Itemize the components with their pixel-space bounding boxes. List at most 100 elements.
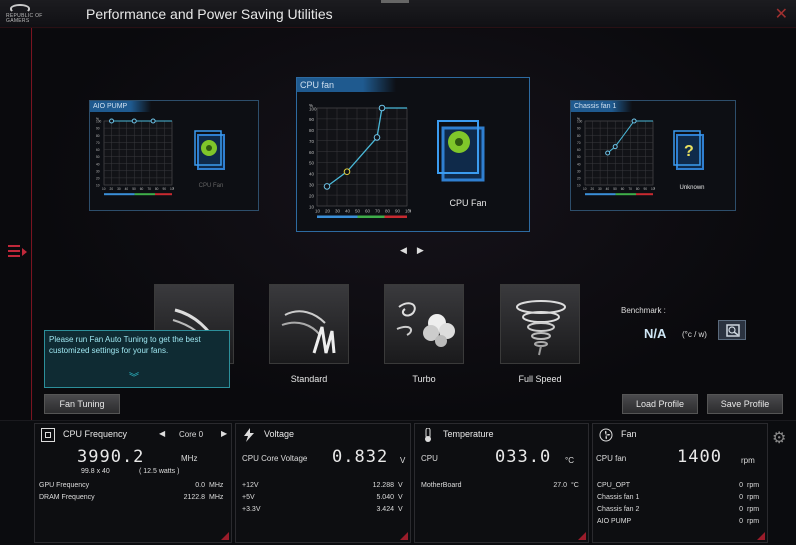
benchmark-search-button[interactable]	[718, 320, 746, 340]
v5-value: 5.040	[376, 494, 394, 501]
zone-bar-hot	[155, 193, 172, 196]
y-tick-label: 100	[309, 106, 317, 111]
corner-marker	[400, 532, 408, 540]
y-tick-label: 30	[96, 169, 100, 173]
aio-pump-title: AIO PUMP	[90, 101, 158, 112]
y-tick-label: 40	[96, 162, 100, 166]
chassis-fan1-panel[interactable]: Chassis fan 1 % 100 90 80 70 60 50 40 30 20 10 10 20…	[570, 100, 736, 211]
y-tick-label: 60	[309, 150, 315, 155]
y-tick-label: 50	[309, 161, 315, 166]
motherboard-temp-value: 27.0	[553, 482, 567, 489]
corner-marker	[578, 532, 586, 540]
x-tick-label: 30	[335, 209, 341, 214]
v5-label: +5V	[242, 494, 255, 501]
chevron-down-icon[interactable]: ︾	[129, 373, 139, 384]
mode-full-speed-label: Full Speed	[518, 374, 562, 384]
turbo-gust-icon	[396, 302, 455, 347]
zone-bar-cool	[104, 193, 135, 196]
y-tick-label: 70	[96, 141, 100, 145]
load-profile-button[interactable]: Load Profile	[622, 394, 698, 414]
core-selector[interactable]: ◀ Core 0 ▶	[159, 429, 229, 441]
y-tick-label: 90	[577, 127, 581, 131]
aio-pump-panel[interactable]: AIO PUMP % 100 90 80 70 60 50 40 30 20 10 10 20 30 40 5…	[89, 100, 259, 211]
y-tick-label: 100	[577, 120, 583, 124]
fan-curve-point	[631, 118, 637, 124]
mode-standard-label: Standard	[290, 374, 328, 384]
y-tick-label: 10	[96, 184, 100, 188]
y-tick-label: 30	[309, 182, 315, 187]
chassis-fan1-value: 0	[739, 494, 743, 501]
temperature-title: Temperature	[443, 429, 494, 439]
v12-unit: V	[398, 482, 403, 489]
x-tick-label: 20	[325, 209, 331, 214]
fan-curve-point	[378, 104, 386, 112]
y-tick-label: 10	[577, 184, 581, 188]
aio-pump-curve-chart[interactable]: %10090807060504030201010 20 30 40 50 60 70 80 90…	[94, 115, 174, 203]
cpu-frequency-box: CPU Frequency ◀ Core 0 ▶ 3990.2 MHz 99.8…	[34, 423, 232, 543]
x-unit-label: °C	[173, 187, 174, 191]
chassis-fan1-unit: rpm	[747, 494, 760, 501]
y-tick-label: 60	[577, 148, 581, 152]
cpu-fan-panel[interactable]: CPU fan % 100 90 80 70 60 50 40 30 20 10 10 20 30 40 50…	[296, 77, 530, 232]
cpu-fan-speed-label: CPU fan	[596, 454, 627, 463]
x-tick-label: 30	[117, 187, 121, 191]
chart-plot-area	[316, 107, 408, 207]
y-tick-label: 90	[96, 127, 100, 131]
menu-icon[interactable]	[8, 245, 28, 259]
y-tick-label: 40	[577, 162, 581, 166]
rog-eye-icon	[10, 4, 30, 13]
chassis-fan1-title: Chassis fan 1	[571, 101, 639, 112]
save-profile-button[interactable]: Save Profile	[707, 394, 783, 414]
x-tick-label: 60	[365, 209, 371, 214]
x-unit-label: °C	[408, 209, 411, 214]
x-unit-label: °C	[654, 187, 655, 191]
cpu-fan-curve-chart[interactable]: %10090807060504030201010 20 30 40 50 60 70 80 90…	[303, 98, 411, 228]
fan-curve-point	[131, 118, 137, 124]
temperature-box: Temperature CPU 033.0 °C MotherBoard 27.…	[414, 423, 589, 543]
zone-bar-mid	[357, 215, 385, 218]
cpu-temp-unit: °C	[565, 456, 574, 465]
chart-plot-area	[103, 120, 173, 186]
next-arrow-icon[interactable]: ▶	[417, 245, 434, 255]
chassis-fan2-label: Chassis fan 2	[597, 506, 640, 513]
y-tick-label: 30	[577, 169, 581, 173]
x-tick-label: 40	[606, 187, 610, 191]
v33-value: 3.424	[376, 506, 394, 513]
close-icon[interactable]: ✕	[775, 4, 788, 24]
y-tick-label: 90	[309, 117, 315, 122]
cpu-frequency-value: 3990.2	[77, 447, 145, 467]
core-next-icon[interactable]: ▶	[221, 429, 227, 438]
cpu-temp-label: CPU	[421, 454, 438, 463]
x-tick-label: 60	[140, 187, 144, 191]
lightning-icon	[242, 428, 256, 442]
y-tick-label: 50	[577, 155, 581, 159]
fan-tuning-button[interactable]: Fan Tuning	[44, 394, 120, 414]
thermometer-icon	[421, 427, 435, 442]
prev-arrow-icon[interactable]: ◀	[400, 245, 417, 255]
unknown-fan-icon: ?	[673, 129, 707, 173]
settings-gear-icon[interactable]: ⚙	[772, 428, 786, 448]
core-prev-icon[interactable]: ◀	[159, 429, 165, 438]
mode-standard-tile[interactable]	[269, 284, 349, 364]
chassis-fan1-curve-chart[interactable]: %10090807060504030201010 20 30 40 50 60 70 80 90…	[575, 115, 655, 203]
cpu-core-voltage-value: 0.832	[332, 447, 389, 467]
x-tick-label: 20	[591, 187, 595, 191]
y-tick-label: 20	[96, 176, 100, 180]
zone-bar-hot	[384, 215, 407, 218]
y-tick-label: 50	[96, 155, 100, 159]
mode-turbo-tile[interactable]	[384, 284, 464, 364]
benchmark-label: Benchmark :	[621, 306, 666, 315]
x-tick-label: 70	[375, 209, 381, 214]
x-tick-label: 80	[385, 209, 391, 214]
search-icon	[726, 324, 740, 337]
x-tick-label: 90	[643, 187, 647, 191]
fan-tuning-tooltip: Please run Fan Auto Tuning to get the be…	[44, 330, 230, 388]
zone-bar-mid	[134, 193, 155, 196]
cpu-watts: ( 12.5 watts )	[139, 468, 180, 475]
mode-full-speed-tile[interactable]	[500, 284, 580, 364]
x-tick-label: 70	[628, 187, 632, 191]
cpu-core-voltage-unit: V	[400, 456, 406, 465]
panel-nav-arrows[interactable]: ◀▶	[400, 245, 434, 256]
dram-frequency-value: 2122.8	[183, 494, 205, 501]
gpu-frequency-label: GPU Frequency	[39, 482, 90, 489]
